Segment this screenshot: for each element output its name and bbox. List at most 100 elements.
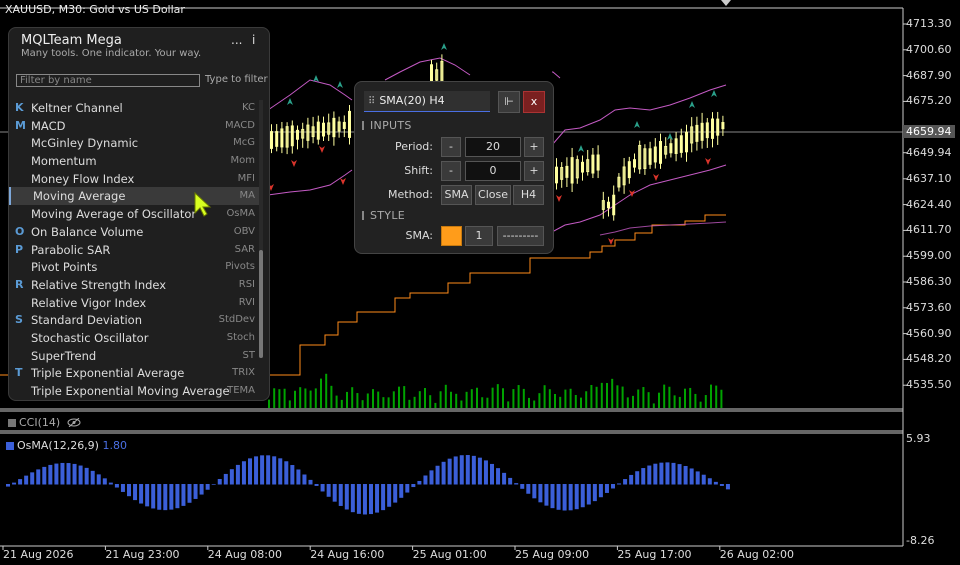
cci-subwindow-label[interactable]: CCI(14): [8, 416, 81, 429]
indicator-item[interactable]: K Keltner Channel KC: [9, 99, 261, 117]
arrow-up-icon: [441, 43, 447, 50]
indicator-item[interactable]: Relative Vigor Index RVI: [9, 294, 261, 312]
osma-bar: [290, 465, 295, 485]
price-tick-label: 4675.20: [906, 94, 952, 108]
indicator-item[interactable]: McGinley Dynamic McG: [9, 134, 261, 152]
timeframe-button[interactable]: H4: [513, 185, 544, 205]
candle-body: [581, 161, 584, 173]
price-close-button[interactable]: Close: [475, 185, 511, 205]
indicator-item[interactable]: M MACD MACD: [9, 117, 261, 135]
osma-subwindow-label[interactable]: OsMA(12,26,9) 1.80: [6, 439, 127, 452]
band-line: [552, 71, 561, 79]
price-tick-label: 4624.40: [906, 197, 952, 211]
volume-bar: [658, 392, 660, 408]
price-tick-label: 4560.90: [906, 326, 952, 340]
price-tick-label: 4586.30: [906, 275, 952, 288]
osma-bar: [229, 469, 234, 485]
volume-bar: [616, 385, 619, 408]
volume-bar: [460, 400, 463, 408]
shift-increment-button[interactable]: +: [524, 161, 544, 181]
scroll-thumb[interactable]: [259, 250, 263, 358]
volume-bar: [450, 391, 452, 408]
period-value[interactable]: 20: [465, 137, 521, 157]
indicator-item[interactable]: Triple Exponential Moving Average TEMA: [9, 382, 261, 400]
osma-bar: [157, 484, 162, 510]
group-letter: K: [15, 101, 24, 114]
osma-bar: [72, 463, 77, 485]
osma-bar: [671, 462, 676, 485]
osc-max-label: 5.93: [906, 432, 931, 445]
line-style-button[interactable]: ---------: [497, 226, 544, 246]
candle-body: [653, 146, 657, 163]
osma-bar: [369, 484, 373, 515]
time-tick-label: 21 Aug 23:00: [105, 548, 180, 561]
price-tick-label: 4637.10: [906, 171, 952, 185]
candle-body: [705, 122, 709, 139]
arrow-up-icon: [667, 133, 673, 140]
arrow-up-icon: [337, 81, 343, 88]
shift-decrement-button[interactable]: -: [441, 161, 461, 181]
indicator-abbr: OsMA: [226, 208, 255, 220]
indicator-abbr: MFI: [237, 172, 255, 184]
panel-menu-button[interactable]: ...: [231, 33, 242, 47]
method-button[interactable]: SMA: [441, 185, 472, 205]
period-decrement-button[interactable]: -: [441, 137, 461, 157]
hidden-eye-icon[interactable]: [67, 417, 81, 428]
indicator-abbr: RVI: [238, 296, 255, 308]
osma-bar: [266, 455, 271, 485]
line-color-picker[interactable]: [441, 226, 462, 246]
pin-button[interactable]: ⊩: [498, 91, 520, 113]
candle-body: [669, 143, 673, 154]
volume-bar: [621, 386, 624, 408]
osma-bar: [139, 484, 144, 504]
time-tick-label: 21 Aug 2026: [3, 548, 74, 561]
osma-bar: [623, 479, 628, 485]
osma-bar: [689, 468, 694, 485]
volume-bar: [481, 397, 484, 408]
shift-value[interactable]: 0: [465, 161, 521, 181]
filter-input[interactable]: [16, 74, 200, 87]
indicator-item[interactable]: S Standard Deviation StdDev: [9, 311, 261, 329]
indicator-item[interactable]: R Relative Strength Index RSI: [9, 276, 261, 294]
candle-body: [332, 117, 336, 138]
volume-bar: [720, 389, 723, 408]
line-width-button[interactable]: 1: [465, 226, 493, 246]
arrow-up-icon: [689, 101, 695, 108]
indicator-item[interactable]: Stochastic Oscillator Stoch: [9, 329, 261, 347]
osma-bar: [580, 484, 585, 508]
panel-info-button[interactable]: i: [252, 33, 255, 47]
candle-body: [695, 124, 699, 142]
osma-bar: [417, 480, 422, 485]
osma-bar: [617, 483, 622, 485]
indicator-item[interactable]: Pivot Points Pivots: [9, 258, 261, 276]
volume-bar: [320, 378, 322, 408]
drag-handle-icon[interactable]: ⠿: [368, 92, 375, 112]
close-button[interactable]: x: [523, 91, 545, 113]
volume-bar: [486, 397, 489, 408]
indicator-item[interactable]: P Parabolic SAR SAR: [9, 241, 261, 259]
indicator-item[interactable]: Moving Average of Oscillator OsMA: [9, 205, 261, 223]
candle-body: [280, 128, 284, 148]
osma-bar: [550, 484, 555, 509]
indicator-item[interactable]: T Triple Exponential Average TRIX: [9, 364, 261, 382]
osma-bar: [356, 484, 361, 514]
osma-bar: [532, 484, 537, 499]
dialog-title[interactable]: ⠿ SMA(20) H4: [364, 91, 490, 112]
volume-bar: [512, 389, 515, 408]
volume-bar: [595, 386, 598, 408]
osma-bar: [308, 479, 313, 485]
indicator-item[interactable]: Money Flow Index MFI: [9, 170, 261, 188]
volume-bar: [668, 386, 671, 408]
osma-bar: [459, 455, 464, 485]
list-scrollbar[interactable]: [259, 100, 263, 358]
indicator-item[interactable]: Moving Average MA: [9, 187, 261, 206]
period-increment-button[interactable]: +: [524, 137, 544, 157]
indicator-item[interactable]: Momentum Mom: [9, 152, 261, 170]
osma-bar: [399, 484, 404, 498]
volume-bar: [491, 387, 494, 408]
indicator-item[interactable]: SuperTrend ST: [9, 347, 261, 365]
osma-bar: [260, 455, 265, 485]
osma-bar: [429, 470, 434, 485]
indicator-item[interactable]: O On Balance Volume OBV: [9, 223, 261, 241]
osma-bar: [18, 479, 23, 485]
